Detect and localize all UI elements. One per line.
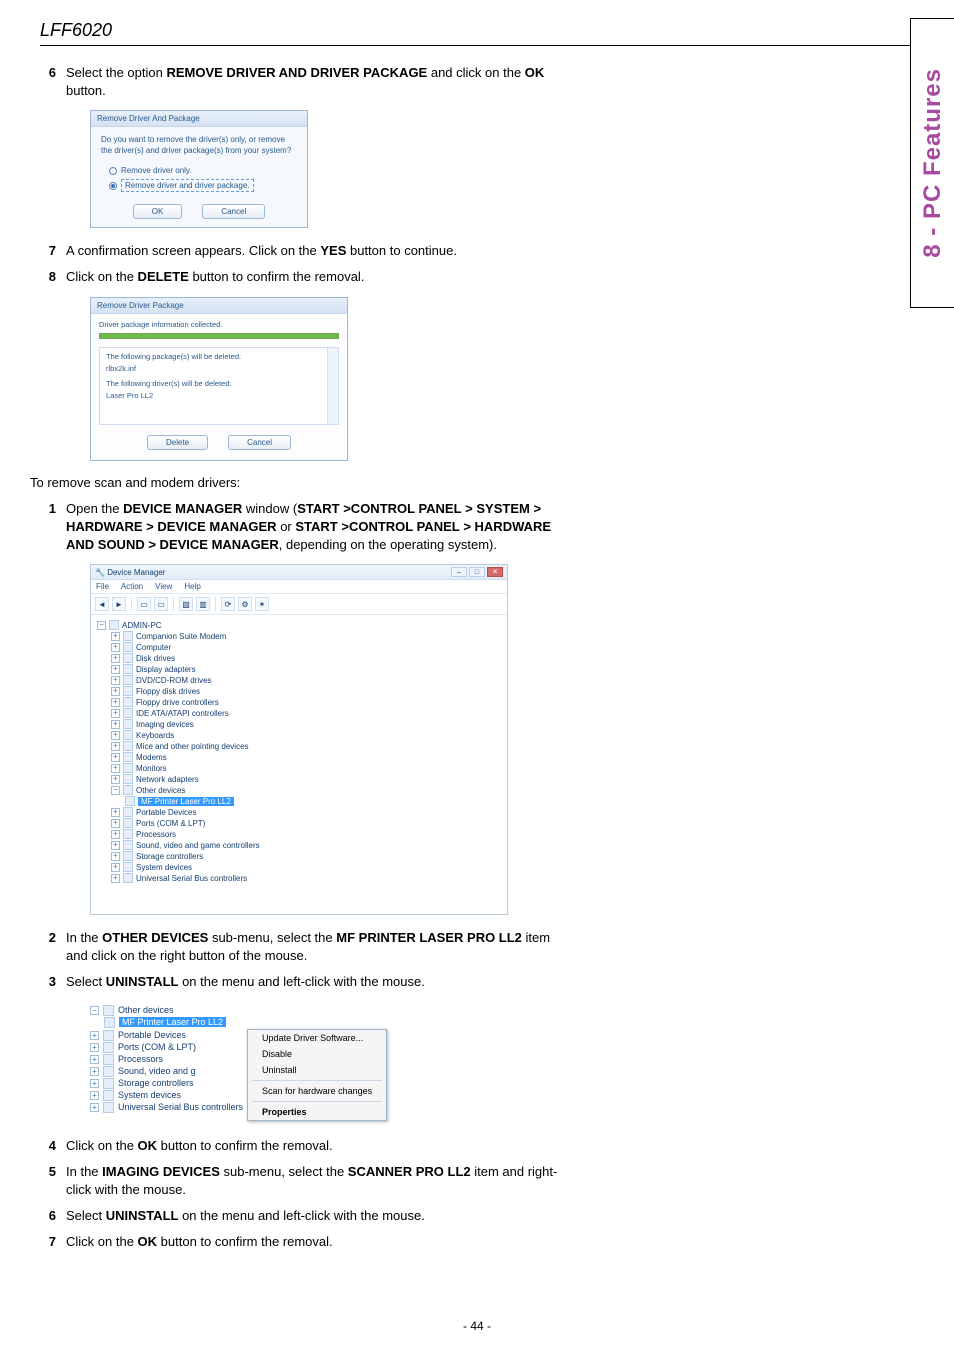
ctx-tree-node[interactable]: +Storage controllers: [90, 1078, 243, 1089]
devmgr-tree-node[interactable]: +Keyboards: [97, 730, 501, 740]
toolbar-icon[interactable]: ✶: [255, 597, 269, 611]
devmgr-tree-node[interactable]: +System devices: [97, 862, 501, 872]
dialog2-collected: Driver package information collected.: [99, 320, 339, 329]
progress-bar: [99, 333, 339, 339]
devmgr-tree-node[interactable]: +Monitors: [97, 763, 501, 773]
devmgr-title: 🔧 Device Manager: [95, 568, 165, 577]
devmgr-tree-node[interactable]: +Ports (COM & LPT): [97, 818, 501, 828]
ctx-properties[interactable]: Properties: [248, 1104, 386, 1120]
side-tab: 8 - PC Features: [910, 18, 954, 308]
step-8: 8 Click on the DELETE button to confirm …: [40, 268, 560, 286]
toolbar-icon[interactable]: ▭: [154, 597, 168, 611]
step-2: 2 In the OTHER DEVICES sub-menu, select …: [40, 929, 560, 965]
devmgr-tree-node[interactable]: +Mice and other pointing devices: [97, 741, 501, 751]
toolbar-icon[interactable]: ▭: [137, 597, 151, 611]
step-body: Click on the DELETE button to confirm th…: [66, 268, 560, 286]
page-header-title: LFF6020: [40, 20, 894, 41]
maximize-button[interactable]: □: [469, 567, 485, 577]
step-7b: 7 Click on the OK button to confirm the …: [40, 1233, 560, 1251]
devmgr-tree-node[interactable]: +Floppy disk drives: [97, 686, 501, 696]
toolbar-icon[interactable]: ▥: [196, 597, 210, 611]
screenshot-device-manager: 🔧 Device Manager – □ ✕ FileActionViewHel…: [90, 564, 560, 915]
step-4: 4 Click on the OK button to confirm the …: [40, 1137, 560, 1155]
step-1: 1 Open the DEVICE MANAGER window (START …: [40, 500, 560, 555]
devmgr-tree-node[interactable]: +Storage controllers: [97, 851, 501, 861]
devmgr-tree-node[interactable]: +Universal Serial Bus controllers: [97, 873, 501, 883]
dialog1-message: Do you want to remove the driver(s) only…: [101, 135, 297, 156]
dialog2-cancel-button[interactable]: Cancel: [228, 435, 291, 450]
dialog1-cancel-button[interactable]: Cancel: [202, 204, 265, 219]
ctx-tree-node[interactable]: +Portable Devices: [90, 1030, 243, 1041]
devmgr-tree-node[interactable]: +Modems: [97, 752, 501, 762]
step-number: 1: [40, 500, 66, 555]
step-7: 7 A confirmation screen appears. Click o…: [40, 242, 560, 260]
close-button[interactable]: ✕: [487, 567, 503, 577]
step-6: 6 Select the option REMOVE DRIVER AND DR…: [40, 64, 560, 100]
step-body: Select UNINSTALL on the menu and left-cl…: [66, 973, 560, 991]
step-body: Open the DEVICE MANAGER window (START >C…: [66, 500, 560, 555]
dialog1-ok-button[interactable]: OK: [133, 204, 183, 219]
step-number: 3: [40, 973, 66, 991]
devmgr-tree-node[interactable]: +Sound, video and game controllers: [97, 840, 501, 850]
step-body: In the OTHER DEVICES sub-menu, select th…: [66, 929, 560, 965]
step-body: A confirmation screen appears. Click on …: [66, 242, 560, 260]
step-number: 2: [40, 929, 66, 965]
ctx-tree-node[interactable]: +Processors: [90, 1054, 243, 1065]
devmgr-tree-node[interactable]: +Portable Devices: [97, 807, 501, 817]
toolbar-icon[interactable]: ▧: [179, 597, 193, 611]
dialog1-option-driver-and-package[interactable]: Remove driver and driver package.: [109, 179, 297, 192]
ctx-tree-node[interactable]: +Ports (COM & LPT): [90, 1042, 243, 1053]
forward-icon[interactable]: ►: [112, 597, 126, 611]
devmgr-tree-node[interactable]: +Network adapters: [97, 774, 501, 784]
screenshot-context-menu: −Other devices MF Printer Laser Pro LL2 …: [90, 1002, 560, 1123]
devmgr-tree-node[interactable]: +IDE ATA/ATAPI controllers: [97, 708, 501, 718]
devmgr-tree-node[interactable]: +Companion Suite Modem: [97, 631, 501, 641]
minimize-button[interactable]: –: [451, 567, 467, 577]
ctx-selected-item[interactable]: MF Printer Laser Pro LL2: [90, 1017, 360, 1028]
ctx-tree-node[interactable]: +System devices: [90, 1090, 243, 1101]
ctx-tree-node[interactable]: +Universal Serial Bus controllers: [90, 1102, 243, 1113]
screenshot-remove-driver-package-dialog: Remove Driver And Package Do you want to…: [90, 110, 560, 228]
side-tab-text: 8 - PC Features: [919, 68, 947, 258]
page-footer: - 44 -: [0, 1319, 954, 1333]
devmgr-tree[interactable]: −ADMIN-PC +Companion Suite Modem+Compute…: [91, 615, 507, 914]
devmgr-tree-node[interactable]: +DVD/CD-ROM drives: [97, 675, 501, 685]
devmgr-tree-node[interactable]: +Processors: [97, 829, 501, 839]
devmgr-tree-node[interactable]: +Disk drives: [97, 653, 501, 663]
step-number: 7: [40, 242, 66, 260]
toolbar-icon[interactable]: ⚙: [238, 597, 252, 611]
ctx-disable[interactable]: Disable: [248, 1046, 386, 1062]
back-icon[interactable]: ◄: [95, 597, 109, 611]
step-3: 3 Select UNINSTALL on the menu and left-…: [40, 973, 560, 991]
dialog2-listbox: The following package(s) will be deleted…: [99, 347, 339, 425]
ctx-scan[interactable]: Scan for hardware changes: [248, 1083, 386, 1099]
dialog1-option-driver-only[interactable]: Remove driver only.: [109, 166, 297, 175]
context-menu: Update Driver Software... Disable Uninst…: [247, 1029, 387, 1121]
dialog2-delete-button[interactable]: Delete: [147, 435, 208, 450]
radio-icon: [109, 167, 117, 175]
dialog2-title: Remove Driver Package: [91, 298, 347, 314]
devmgr-tree-node[interactable]: +Floppy drive controllers: [97, 697, 501, 707]
dialog1-title: Remove Driver And Package: [91, 111, 307, 127]
devmgr-tree-node[interactable]: +Imaging devices: [97, 719, 501, 729]
devmgr-toolbar[interactable]: ◄ ► ▭ ▭ ▧ ▥ ⟳ ⚙ ✶: [91, 594, 507, 615]
step-number: 6: [40, 64, 66, 100]
ctx-uninstall[interactable]: Uninstall: [248, 1062, 386, 1078]
intro-text: To remove scan and modem drivers:: [30, 475, 560, 490]
step-6b: 6 Select UNINSTALL on the menu and left-…: [40, 1207, 560, 1225]
step-number: 8: [40, 268, 66, 286]
devmgr-tree-node[interactable]: +Display adapters: [97, 664, 501, 674]
radio-icon-selected: [109, 182, 117, 190]
devmgr-menubar[interactable]: FileActionViewHelp: [91, 580, 507, 594]
toolbar-icon[interactable]: ⟳: [221, 597, 235, 611]
step-5: 5 In the IMAGING DEVICES sub-menu, selec…: [40, 1163, 560, 1199]
ctx-update-driver[interactable]: Update Driver Software...: [248, 1030, 386, 1046]
ctx-tree-node[interactable]: +Sound, video and g: [90, 1066, 243, 1077]
screenshot-remove-driver-package-confirm: Remove Driver Package Driver package inf…: [90, 297, 560, 461]
header-rule: [40, 45, 920, 46]
devmgr-selected-item[interactable]: MF Printer Laser Pro LL2: [97, 796, 501, 806]
devmgr-tree-node[interactable]: +Computer: [97, 642, 501, 652]
step-body: Select the option REMOVE DRIVER AND DRIV…: [66, 64, 560, 100]
